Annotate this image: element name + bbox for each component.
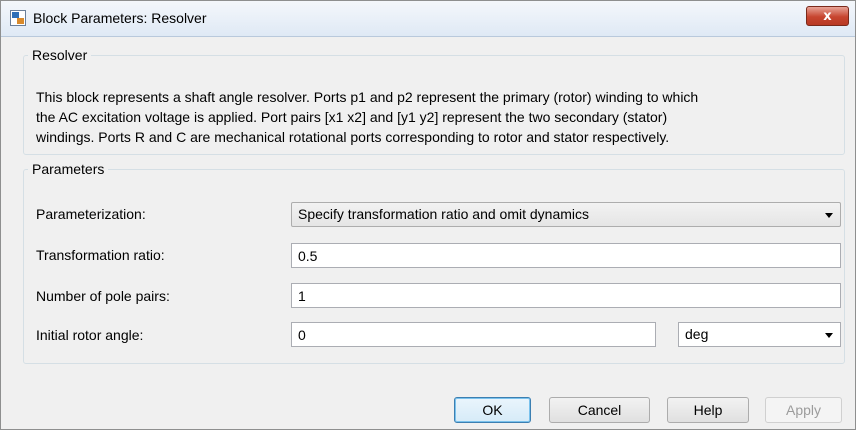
help-button[interactable]: Help (667, 397, 749, 423)
parameterization-label: Parameterization: (36, 206, 146, 222)
parameters-group-title: Parameters (32, 161, 105, 177)
transformation-ratio-input[interactable] (291, 243, 841, 268)
description-line: This block represents a shaft angle reso… (36, 89, 699, 105)
description-line: windings. Ports R and C are mechanical r… (36, 129, 670, 145)
dialog-window: Block Parameters: Resolver x Resolver Th… (0, 0, 856, 430)
parameterization-select[interactable]: Specify transformation ratio and omit dy… (291, 202, 841, 227)
cancel-button[interactable]: Cancel (549, 397, 650, 423)
pole-pairs-input[interactable] (291, 283, 841, 308)
ok-button[interactable]: OK (454, 397, 531, 423)
initial-rotor-angle-input[interactable] (291, 322, 656, 347)
initial-rotor-angle-label: Initial rotor angle: (36, 327, 144, 343)
title-bar[interactable]: Block Parameters: Resolver x (1, 1, 855, 37)
rotor-angle-unit-value: deg (685, 326, 709, 342)
apply-button[interactable]: Apply (765, 397, 842, 423)
block-parameters-icon (10, 10, 26, 26)
chevron-down-icon (825, 213, 833, 218)
parameterization-value: Specify transformation ratio and omit dy… (298, 206, 590, 222)
transformation-ratio-label: Transformation ratio: (36, 247, 165, 263)
pole-pairs-label: Number of pole pairs: (36, 288, 170, 304)
window-title: Block Parameters: Resolver (33, 10, 207, 26)
description-group-title: Resolver (32, 47, 88, 63)
close-button[interactable]: x (806, 6, 849, 26)
chevron-down-icon (825, 333, 833, 338)
block-description: This block represents a shaft angle reso… (36, 87, 836, 147)
rotor-angle-unit-select[interactable]: deg (678, 322, 841, 347)
close-icon: x (823, 8, 832, 24)
description-line: the AC excitation voltage is applied. Po… (36, 109, 668, 125)
